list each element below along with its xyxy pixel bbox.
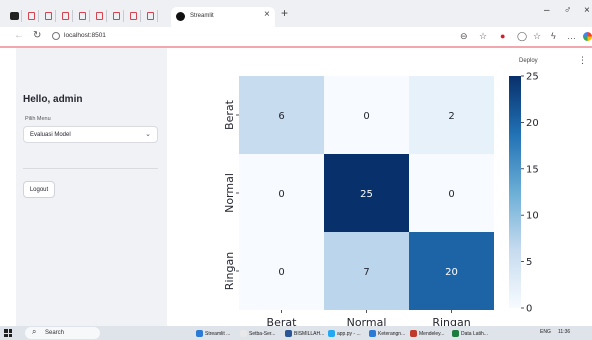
taskbar-search-label: Search xyxy=(45,330,65,336)
tab-pdf-5[interactable] xyxy=(93,10,107,22)
pdf-icon xyxy=(130,12,137,20)
cell-value-label: 25 xyxy=(360,189,373,200)
cell-value-label: 0 xyxy=(278,267,284,278)
taskbar-app-6[interactable]: Mendeley... xyxy=(410,329,444,338)
adblock-icon[interactable]: ● xyxy=(500,31,505,41)
pdf-icon xyxy=(79,12,86,20)
pdf-icon xyxy=(62,12,69,20)
back-icon[interactable]: ← xyxy=(14,30,24,41)
new-tab-icon[interactable]: + xyxy=(281,6,288,20)
tab-streamlit[interactable]: Streamlit × xyxy=(171,7,275,27)
deploy-button[interactable]: Deploy xyxy=(519,58,538,64)
colorbar-tick-label: 20 xyxy=(526,118,539,129)
y-tick-label: Ringan xyxy=(225,252,236,290)
taskbar-language[interactable]: ENG xyxy=(540,329,551,335)
colorbar xyxy=(509,76,521,308)
taskbar: ⌕ Search Streamlit ... Setba-Ser... BISM… xyxy=(0,326,592,340)
site-info-icon[interactable] xyxy=(52,32,60,40)
cell-value-label: 0 xyxy=(363,111,369,122)
chevron-down-icon: ⌄ xyxy=(145,131,151,138)
logout-button[interactable]: Logout xyxy=(23,181,55,198)
windows-start-icon[interactable] xyxy=(4,329,12,337)
copilot-icon[interactable] xyxy=(583,32,592,41)
minimize-icon[interactable]: – xyxy=(544,5,550,16)
taskbar-clock[interactable]: 11:36 xyxy=(558,329,570,335)
menu-select[interactable]: Evaluasi Model ⌄ xyxy=(23,126,158,143)
cell-value-label: 0 xyxy=(448,189,454,200)
browser-tab-bar: Streamlit × + – ♂ × xyxy=(0,0,592,27)
pdf-icon xyxy=(45,12,52,20)
cell-value-label: 2 xyxy=(448,111,454,122)
search-icon: ⌕ xyxy=(32,327,37,336)
colorbar-tick-label: 0 xyxy=(526,304,532,315)
taskbar-search[interactable]: ⌕ Search xyxy=(25,327,100,339)
close-tab-icon[interactable]: × xyxy=(264,9,270,20)
menu-select-value: Evaluasi Model xyxy=(30,132,71,138)
tab-pdf-8[interactable] xyxy=(144,10,158,22)
colorbar-tick-label: 10 xyxy=(526,211,539,222)
pdf-icon xyxy=(96,12,103,20)
cell-value-label: 7 xyxy=(363,267,369,278)
more-menu-icon[interactable]: … xyxy=(567,31,576,41)
cell-value-label: 0 xyxy=(278,189,284,200)
sidebar-greeting: Hello, admin xyxy=(23,94,83,105)
streamlit-favicon-icon xyxy=(176,12,185,21)
address-bar: ← ↻ localhost:8501 ⊖ ☆ ● ◯ ☆ ϟ … xyxy=(0,27,592,47)
tab-pdf-7[interactable] xyxy=(127,10,141,22)
colorbar-tick-label: 25 xyxy=(526,72,539,83)
taskbar-app-streamlit[interactable]: Streamlit ... xyxy=(196,329,230,338)
tab-pdf-2[interactable] xyxy=(42,10,56,22)
url-field[interactable]: localhost:8501 xyxy=(64,32,106,39)
reload-icon[interactable]: ↻ xyxy=(33,30,41,41)
pdf-icon xyxy=(113,12,120,20)
window-icon xyxy=(10,12,19,20)
extension-icon[interactable]: ⊖ xyxy=(460,31,468,42)
cell-value-label: 20 xyxy=(445,267,458,278)
tab-title: Streamlit xyxy=(190,13,214,19)
close-window-icon[interactable]: × xyxy=(584,5,590,16)
restore-icon[interactable]: ♂ xyxy=(564,5,572,16)
tab-app-icon[interactable] xyxy=(8,10,22,22)
pdf-icon xyxy=(147,12,154,20)
favorites-icon[interactable]: ☆ xyxy=(533,31,541,42)
sync-icon[interactable]: ◯ xyxy=(517,31,527,42)
tab-pdf-1[interactable] xyxy=(25,10,39,22)
main-menu-icon[interactable]: ⋮ xyxy=(578,55,587,66)
tab-pdf-3[interactable] xyxy=(59,10,73,22)
y-tick-label: Berat xyxy=(225,99,236,130)
tab-pdf-6[interactable] xyxy=(110,10,124,22)
taskbar-app-2[interactable]: Setba-Ser... xyxy=(240,329,275,338)
colorbar-tick-label: 15 xyxy=(526,164,539,175)
sidebar: Hello, admin Pilih Menu Evaluasi Model ⌄… xyxy=(16,48,167,326)
pinned-tabs xyxy=(8,9,161,23)
taskbar-app-3[interactable]: BISMILLAH... xyxy=(285,329,324,338)
cell-value-label: 6 xyxy=(278,111,284,122)
confusion-matrix-heatmap: 6 0 20 25 00 7 20 Berat Normal RinganBeratNormal… xyxy=(225,72,539,330)
menu-select-label: Pilih Menu xyxy=(25,116,51,122)
tab-pdf-4[interactable] xyxy=(76,10,90,22)
y-tick-label: Normal xyxy=(225,173,236,213)
collections-icon[interactable]: ϟ xyxy=(551,31,556,41)
taskbar-app-7[interactable]: Data Latih... xyxy=(452,329,488,338)
taskbar-app-4[interactable]: app.py - ... xyxy=(328,329,361,338)
taskbar-app-5[interactable]: Keterangn... xyxy=(369,329,405,338)
colorbar-tick-label: 5 xyxy=(526,257,532,268)
favorite-star-icon[interactable]: ☆ xyxy=(479,31,487,42)
sidebar-divider xyxy=(23,168,158,169)
pdf-icon xyxy=(28,12,35,20)
